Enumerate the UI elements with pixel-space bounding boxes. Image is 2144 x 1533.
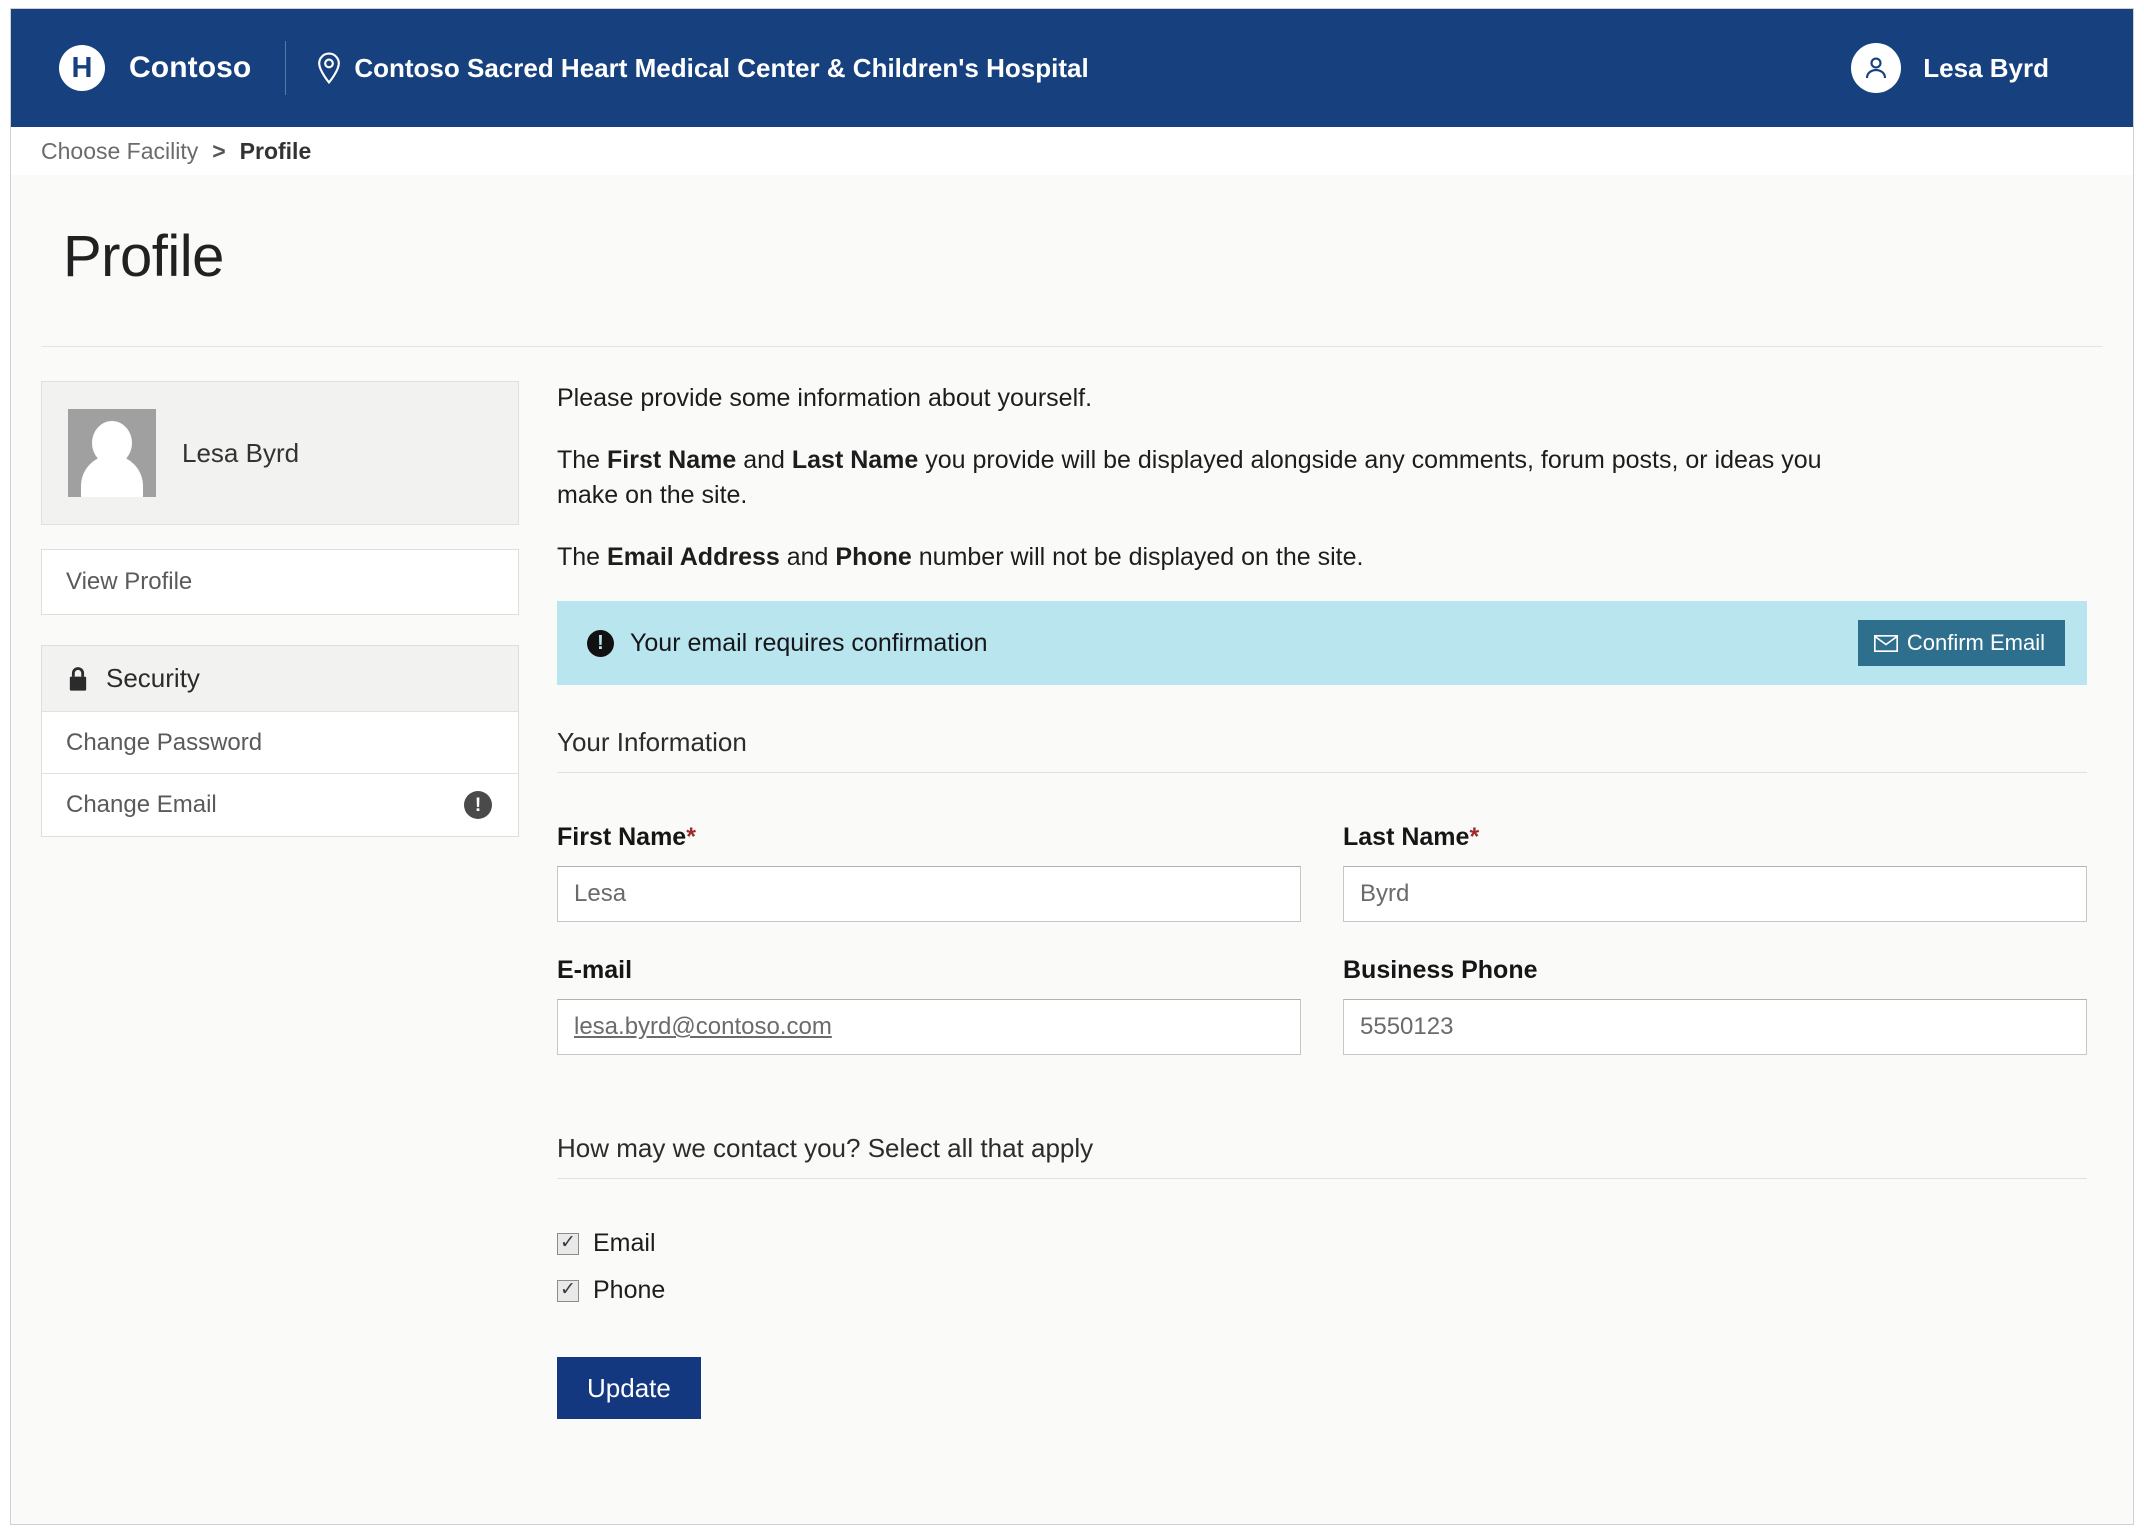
checkmark-icon: ✓ [560,1279,576,1300]
brand-name: Contoso [129,51,252,84]
contact-option-label: Email [593,1229,656,1257]
facility-selector[interactable]: Contoso Sacred Heart Medical Center & Ch… [316,52,1089,84]
business-phone-input[interactable] [1343,999,2087,1055]
user-name-label: Lesa Byrd [1923,52,2049,83]
contact-option-phone[interactable]: ✓ Phone [557,1276,2087,1305]
intro2-part-c: and [736,445,792,474]
application-window: H Contoso Contoso Sacred Heart Medical C… [0,0,2144,1533]
security-section-header: Security [42,646,518,712]
required-asterisk: * [686,823,696,851]
last-name-input[interactable] [1343,866,2087,922]
phone-checkbox[interactable]: ✓ [557,1279,579,1302]
intro2-first-name: First Name [607,445,737,474]
sidebar-item-label: View Profile [66,568,193,595]
last-name-field-group: Last Name* [1343,823,2087,922]
last-name-label-text: Last Name [1343,823,1470,851]
user-avatar-icon [1851,43,1902,93]
profile-sidebar: Lesa Byrd View Profile Security Change P… [41,381,519,1419]
site-header: H Contoso Contoso Sacred Heart Medical C… [11,9,2133,127]
browser-page-frame: H Contoso Contoso Sacred Heart Medical C… [10,8,2134,1525]
map-pin-icon [316,52,342,84]
sidebar-item-label: Change Password [66,728,263,756]
checkmark-icon: ✓ [560,1232,576,1253]
identity-card: Lesa Byrd [41,381,519,525]
sidebar-item-label: Change Email [66,791,217,818]
logo-letter: H [71,51,93,84]
first-name-input[interactable] [557,866,1301,922]
identity-name: Lesa Byrd [182,437,300,468]
contact-preference-heading: How may we contact you? Select all that … [557,1133,2087,1179]
security-title: Security [106,663,200,693]
lock-icon [66,665,90,693]
user-photo-placeholder-icon [68,409,156,497]
confirm-email-label: Confirm Email [1906,630,2045,655]
intro2-last-name: Last Name [791,445,919,474]
exclamation-circle-icon: ! [464,791,492,819]
breadcrumb-choose-facility[interactable]: Choose Facility [41,138,198,165]
name-field-row: First Name* Last Name* [557,823,2087,922]
your-information-heading: Your Information [557,727,2087,773]
phone-field-group: Business Phone [1343,956,2087,1055]
header-divider [285,41,287,95]
sidebar-item-change-password[interactable]: Change Password [42,712,518,774]
phone-label: Business Phone [1343,956,1538,984]
last-name-label: Last Name* [1343,823,2087,852]
breadcrumb-current: Profile [239,137,312,164]
envelope-icon [1873,634,1898,652]
profile-main: Please provide some information about yo… [519,381,2103,1419]
brand-home-link[interactable]: H Contoso [59,45,251,91]
avatar-body-shape [81,455,143,497]
alert-message: Your email requires confirmation [630,628,988,657]
security-card: Security Change Password Change Email ! [41,645,519,837]
hospital-h-icon: H [59,45,105,91]
email-checkbox[interactable]: ✓ [557,1232,579,1255]
email-confirmation-alert: ! Your email requires confirmation Confi… [557,601,2087,685]
breadcrumb-separator: > [212,137,226,164]
intro3-part-c: and [779,542,836,571]
intro3-part-d: number will not be displayed on the site… [911,542,1364,571]
content-columns: Lesa Byrd View Profile Security Change P… [41,347,2103,1419]
intro3-phone: Phone [835,542,912,571]
intro3-part-a: The [557,542,608,571]
confirm-email-button[interactable]: Confirm Email [1857,620,2065,666]
contact-field-row: E-mail Business Phone [557,956,2087,1055]
email-label: E-mail [557,956,633,984]
user-menu[interactable]: Lesa Byrd [1851,43,2093,93]
first-name-label-text: First Name [557,823,687,851]
email-field-group: E-mail [557,956,1301,1055]
view-profile-card: View Profile [41,549,519,615]
facility-name: Contoso Sacred Heart Medical Center & Ch… [354,52,1089,83]
page-title: Profile [63,224,224,289]
breadcrumb: Choose Facility > Profile [11,127,2133,175]
intro-paragraph-1: Please provide some information about yo… [557,384,1093,412]
required-asterisk: * [1469,823,1480,851]
page-body: Profile Lesa Byrd View Profile Security … [11,223,2133,1524]
intro3-email-address: Email Address [607,542,780,571]
sidebar-item-view-profile[interactable]: View Profile [42,550,518,614]
exclamation-circle-icon: ! [587,629,614,657]
sidebar-item-change-email[interactable]: Change Email ! [42,774,518,836]
intro2-part-a: The [557,445,608,474]
intro-paragraph-3: The Email Address and Phone number will … [557,540,1887,576]
email-input[interactable] [557,999,1301,1055]
intro-paragraph-2: The First Name and Last Name you provide… [557,443,1887,514]
update-button[interactable]: Update [557,1357,701,1419]
first-name-label: First Name* [557,823,1301,852]
first-name-field-group: First Name* [557,823,1301,922]
contact-option-label: Phone [593,1276,666,1304]
contact-option-email[interactable]: ✓ Email [557,1229,2087,1258]
